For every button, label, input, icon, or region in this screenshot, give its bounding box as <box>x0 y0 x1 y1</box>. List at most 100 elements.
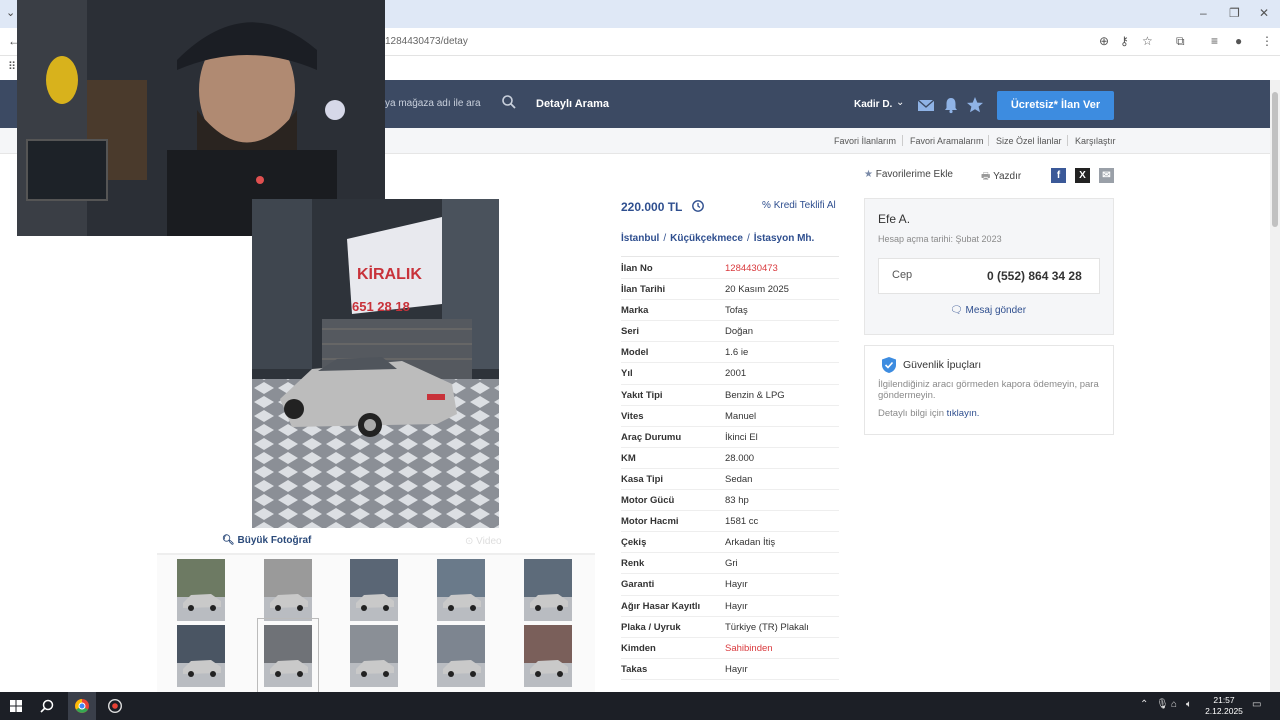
main-photo[interactable]: KİRALIK 651 28 18 <box>252 199 499 528</box>
bell-icon[interactable] <box>942 96 960 114</box>
spec-label: Araç Durumu <box>621 431 682 443</box>
profile-avatar-icon[interactable]: ● <box>1235 34 1242 48</box>
microphone-icon[interactable]: 🎙︎ <box>1156 699 1169 710</box>
spec-value: Türkiye (TR) Plakalı <box>725 621 809 633</box>
add-favorite-label: Favorilerime Ekle <box>875 169 953 180</box>
windows-taskbar <box>0 692 1280 720</box>
thumbnail[interactable] <box>177 625 225 687</box>
spec-label: Seri <box>621 326 639 338</box>
user-menu[interactable]: Kadir D. <box>854 99 892 110</box>
post-ad-button[interactable]: Ücretsiz* İlan Ver <box>997 91 1114 120</box>
facebook-share-icon[interactable]: f <box>1051 168 1066 183</box>
zoom-icon[interactable]: ⊕ <box>1099 34 1109 48</box>
spec-value: Sahibinden <box>725 642 773 654</box>
big-photo-tab[interactable]: 🔍︎ Büyük Fotoğraf <box>222 535 311 546</box>
chevron-down-icon[interactable]: ⌄ <box>896 97 904 108</box>
add-favorite-button[interactable]: ★ Favorilerime Ekle <box>864 169 953 180</box>
minimize-icon[interactable]: – <box>1200 6 1207 20</box>
spec-value: Arkadan İtiş <box>725 537 776 549</box>
banner-phone: 651 28 18 <box>352 299 410 314</box>
spec-value: 83 hp <box>725 495 749 507</box>
clock-time: 21:57 <box>1213 695 1235 705</box>
password-key-icon[interactable]: ⚷ <box>1120 34 1129 48</box>
location-neighborhood[interactable]: İstasyon Mh. <box>754 233 815 244</box>
thumbnail[interactable] <box>350 625 398 687</box>
percent-icon: % <box>762 200 771 211</box>
browser-menu-icon[interactable]: ⋮ <box>1261 34 1273 48</box>
spec-value: Benzin & LPG <box>725 389 785 401</box>
send-message-button[interactable]: 🗨︎ Mesaj gönder <box>950 305 1026 316</box>
credit-offer-link[interactable]: % Kredi Teklifi Al <box>762 200 836 211</box>
thumbnail[interactable] <box>350 559 398 621</box>
spec-label: Çekiş <box>621 537 647 549</box>
subnav-compare[interactable]: Karşılaştır <box>1075 136 1116 146</box>
thumbnail[interactable] <box>257 618 319 694</box>
mail-icon[interactable] <box>917 96 935 114</box>
url-text[interactable]: 1284430473/detay <box>385 36 468 47</box>
subnav-favorite-searches[interactable]: Favori Aramalarım <box>910 136 984 146</box>
price-history-icon[interactable] <box>691 199 705 213</box>
close-window-icon[interactable]: ✕ <box>1259 6 1269 20</box>
spec-value: 1284430473 <box>725 263 778 274</box>
star-icon: ★ <box>864 169 873 180</box>
scrollbar-thumb[interactable] <box>1272 92 1278 227</box>
detailed-search-link[interactable]: Detaylı Arama <box>536 98 609 110</box>
favorites-star-icon[interactable] <box>966 96 984 114</box>
x-share-icon[interactable]: X <box>1075 168 1090 183</box>
tab-list-chevron-icon[interactable]: ⌄ <box>6 6 15 19</box>
email-share-icon[interactable]: ✉ <box>1099 168 1114 183</box>
search-input[interactable]: ya mağaza adı ile ara <box>385 90 525 118</box>
spec-row: İlan Tarihi 20 Kasım 2025 <box>621 279 839 301</box>
spec-row: Seri Doğan <box>621 321 839 343</box>
spec-label: Takas <box>621 663 648 675</box>
reading-list-icon[interactable]: ≡ <box>1211 34 1218 48</box>
restore-icon[interactable]: ❐ <box>1229 6 1240 20</box>
location-city[interactable]: İstanbul <box>621 233 659 244</box>
spec-value: 2001 <box>725 368 747 380</box>
spec-value: Hayır <box>725 600 748 612</box>
notifications-icon[interactable]: ▭ <box>1252 699 1261 710</box>
send-message-label: Mesaj gönder <box>965 305 1027 316</box>
spec-label: Kasa Tipi <box>621 473 664 485</box>
subnav-divider <box>988 135 989 146</box>
location-district[interactable]: Küçükçekmece <box>670 233 743 244</box>
spec-table: İlan No 1284430473 İlan Tarihi 20 Kasım 202… <box>621 258 839 680</box>
spec-row: Çekiş Arkadan İtiş <box>621 532 839 554</box>
credit-offer-label: Kredi Teklifi Al <box>773 200 836 211</box>
extensions-icon[interactable]: ⧉ <box>1176 34 1185 49</box>
windows-start-icon[interactable] <box>10 700 22 712</box>
spec-value: 28.000 <box>725 452 755 464</box>
apps-grid-icon[interactable]: ⠿ <box>8 60 16 73</box>
network-icon[interactable]: ⌂ <box>1171 699 1177 710</box>
subnav-special-listings[interactable]: Size Özel İlanlar <box>996 136 1062 146</box>
spec-label: Kimden <box>621 642 656 654</box>
spec-row: Kasa Tipi Sedan <box>621 469 839 491</box>
seller-name[interactable]: Efe A. <box>878 212 910 226</box>
search-icon[interactable] <box>40 699 54 713</box>
breadcrumb-location: İstanbul / Küçükçekmece / İstasyon Mh. <box>621 233 814 244</box>
thumbnail[interactable] <box>524 625 572 687</box>
phone-number[interactable]: 0 (552) 864 34 28 <box>987 269 1082 283</box>
recording-app-icon[interactable] <box>108 699 122 713</box>
taskbar-chrome-active[interactable] <box>68 692 96 720</box>
safety-more-link[interactable]: tıklayın. <box>947 408 980 419</box>
volume-icon[interactable]: 🔈︎ <box>1186 699 1192 710</box>
thumbnail[interactable] <box>177 559 225 621</box>
thumbnail[interactable] <box>264 559 312 621</box>
bookmark-star-icon[interactable]: ☆ <box>1142 34 1153 48</box>
thumbnail[interactable] <box>437 625 485 687</box>
thumbnail[interactable] <box>524 559 572 621</box>
subnav-favorite-listings[interactable]: Favori İlanlarım <box>834 136 896 146</box>
shield-icon <box>882 357 896 373</box>
spec-value: Tofaş <box>725 305 748 317</box>
video-label: Video <box>476 536 502 547</box>
thumbnail[interactable] <box>437 559 485 621</box>
search-icon[interactable] <box>501 94 517 110</box>
spec-row: Kimden Sahibinden <box>621 638 839 659</box>
print-button[interactable]: 🖶 Yazdır <box>981 169 1021 186</box>
spec-value: Sedan <box>725 473 753 485</box>
system-clock[interactable]: 21:57 2.12.2025 <box>1200 695 1248 717</box>
spec-label: Motor Hacmi <box>621 516 679 528</box>
tray-chevron-icon[interactable]: ⌃ <box>1140 699 1148 710</box>
clock-date: 2.12.2025 <box>1205 706 1243 716</box>
